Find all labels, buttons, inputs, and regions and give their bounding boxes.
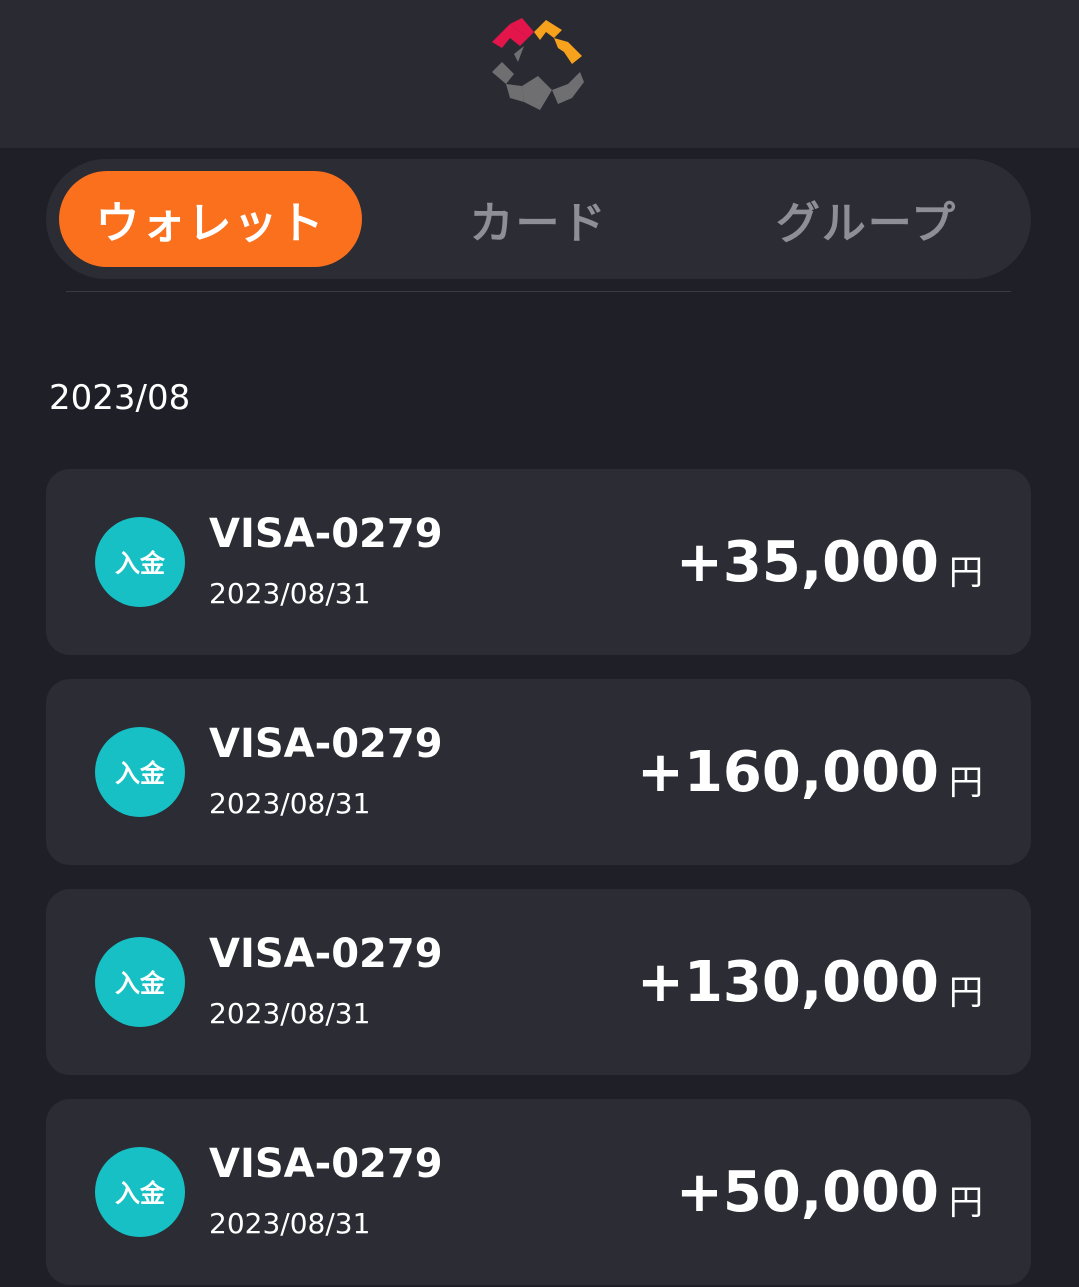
transaction-date: 2023/08/31 (209, 787, 371, 820)
deposit-badge: 入金 (95, 727, 185, 817)
deposit-badge: 入金 (95, 1147, 185, 1237)
transaction-card[interactable]: 入金 VISA-0279 2023/08/31 +35,000 円 (46, 469, 1031, 655)
currency-unit: 円 (949, 553, 983, 593)
tab-group[interactable]: グループ (714, 171, 1019, 267)
transaction-amount: +160,000 (637, 740, 939, 805)
tab-bar: ウォレット カード グループ (46, 159, 1031, 279)
card-name: VISA-0279 (209, 931, 443, 977)
transaction-date: 2023/08/31 (209, 577, 371, 610)
month-header: 2023/08 (49, 378, 191, 418)
transaction-amount: +130,000 (637, 950, 939, 1015)
currency-unit: 円 (949, 1183, 983, 1223)
currency-unit: 円 (949, 763, 983, 803)
transaction-date: 2023/08/31 (209, 1207, 371, 1240)
transaction-card[interactable]: 入金 VISA-0279 2023/08/31 +50,000 円 (46, 1099, 1031, 1285)
card-name: VISA-0279 (209, 721, 443, 767)
deposit-badge: 入金 (95, 937, 185, 1027)
card-name: VISA-0279 (209, 1141, 443, 1187)
transaction-amount: +35,000 (675, 530, 939, 595)
divider (66, 291, 1011, 292)
app-header (0, 0, 1079, 148)
transaction-card[interactable]: 入金 VISA-0279 2023/08/31 +160,000 円 (46, 679, 1031, 865)
card-name: VISA-0279 (209, 511, 443, 557)
deposit-badge: 入金 (95, 517, 185, 607)
tab-card[interactable]: カード (386, 171, 691, 267)
currency-unit: 円 (949, 973, 983, 1013)
transaction-date: 2023/08/31 (209, 997, 371, 1030)
tab-wallet[interactable]: ウォレット (59, 171, 362, 267)
brand-logo-icon[interactable] (488, 14, 588, 114)
transaction-amount: +50,000 (675, 1160, 939, 1225)
transaction-card[interactable]: 入金 VISA-0279 2023/08/31 +130,000 円 (46, 889, 1031, 1075)
